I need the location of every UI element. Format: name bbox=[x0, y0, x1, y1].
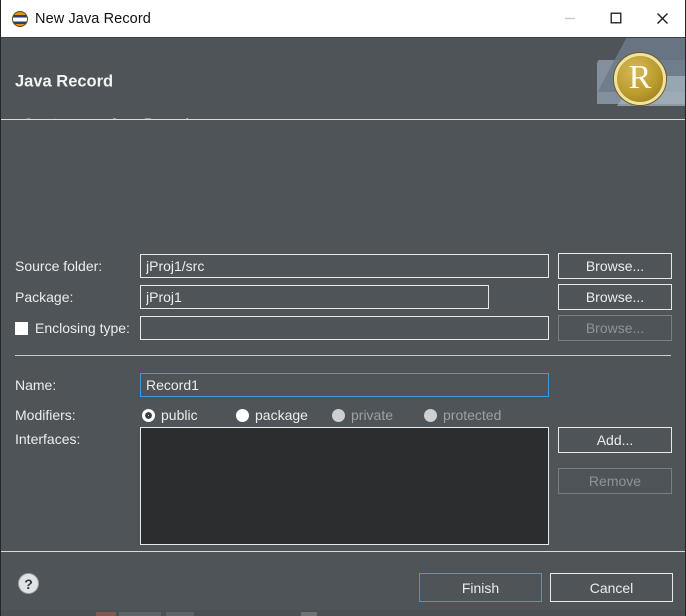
cancel-button[interactable]: Cancel bbox=[550, 573, 673, 602]
modifier-radio-protected: protected bbox=[424, 407, 501, 423]
source-folder-label: Source folder: bbox=[15, 258, 103, 274]
new-java-record-dialog: New Java Record Java Record Create a new… bbox=[0, 0, 686, 616]
dialog-body: Source folder: Browse... Package: Browse… bbox=[1, 120, 685, 604]
package-row: Package: Browse... bbox=[1, 284, 685, 310]
radio-protected-indicator bbox=[424, 408, 437, 422]
eclipse-icon bbox=[12, 10, 28, 27]
dialog-header: Java Record Create a new Java Record. R bbox=[1, 38, 685, 120]
package-input[interactable] bbox=[140, 285, 489, 309]
source-folder-row: Source folder: Browse... bbox=[1, 253, 685, 279]
enclosing-type-input[interactable] bbox=[140, 316, 549, 340]
minimize-icon[interactable] bbox=[547, 0, 593, 36]
package-label: Package: bbox=[15, 289, 74, 305]
window-title: New Java Record bbox=[35, 10, 151, 27]
enclosing-type-browse-label: Browse... bbox=[585, 320, 645, 336]
window-controls bbox=[547, 0, 685, 36]
interfaces-listbox[interactable] bbox=[140, 427, 549, 545]
maximize-icon[interactable] bbox=[593, 0, 639, 36]
enclosing-type-browse-button: Browse... bbox=[558, 315, 672, 341]
modifier-protected-label: protected bbox=[443, 407, 502, 423]
background-window-strip bbox=[1, 610, 685, 616]
enclosing-type-label: Enclosing type: bbox=[35, 320, 130, 336]
package-browse-label: Browse... bbox=[585, 289, 645, 305]
name-row: Name: bbox=[1, 373, 685, 397]
record-logo-icon: R bbox=[614, 53, 666, 105]
close-icon[interactable] bbox=[639, 0, 685, 36]
dialog-footer: ? Finish Cancel bbox=[1, 551, 685, 616]
section-separator-1 bbox=[15, 355, 671, 356]
modifier-radio-package[interactable]: package bbox=[236, 407, 308, 423]
modifier-package-label: package bbox=[255, 407, 308, 423]
name-input[interactable] bbox=[140, 373, 549, 397]
help-icon-glyph: ? bbox=[24, 575, 33, 592]
interfaces-remove-label: Remove bbox=[588, 473, 642, 489]
interfaces-add-button[interactable]: Add... bbox=[558, 427, 672, 453]
interfaces-label: Interfaces: bbox=[15, 431, 81, 447]
modifiers-row: Modifiers: public package private protec… bbox=[1, 403, 685, 427]
enclosing-type-checkbox[interactable] bbox=[15, 321, 28, 335]
page-title: Java Record bbox=[15, 72, 114, 91]
source-folder-browse-button[interactable]: Browse... bbox=[558, 253, 672, 279]
interfaces-remove-button: Remove bbox=[558, 468, 672, 494]
modifier-public-label: public bbox=[161, 407, 198, 423]
radio-package-indicator[interactable] bbox=[236, 408, 249, 422]
name-label: Name: bbox=[15, 377, 57, 393]
finish-button-label: Finish bbox=[461, 579, 500, 596]
help-icon[interactable]: ? bbox=[18, 573, 39, 594]
radio-private-indicator bbox=[332, 408, 345, 422]
radio-public-indicator[interactable] bbox=[142, 408, 155, 422]
modifiers-label: Modifiers: bbox=[15, 407, 76, 423]
modifier-private-label: private bbox=[351, 407, 394, 423]
source-folder-browse-label: Browse... bbox=[585, 258, 645, 274]
source-folder-input[interactable] bbox=[140, 254, 549, 278]
header-banner-art: R bbox=[597, 38, 685, 119]
enclosing-type-checkbox-group[interactable]: Enclosing type: bbox=[15, 320, 130, 336]
record-logo-letter: R bbox=[628, 59, 652, 96]
finish-button[interactable]: Finish bbox=[419, 573, 542, 602]
cancel-button-label: Cancel bbox=[589, 579, 634, 596]
package-browse-button[interactable]: Browse... bbox=[558, 284, 672, 310]
modifier-radio-private: private bbox=[332, 407, 393, 423]
interfaces-add-label: Add... bbox=[596, 432, 634, 448]
enclosing-type-row: Enclosing type: Browse... bbox=[1, 315, 685, 341]
title-bar: New Java Record bbox=[1, 0, 685, 38]
modifier-radio-public[interactable]: public bbox=[142, 407, 198, 423]
